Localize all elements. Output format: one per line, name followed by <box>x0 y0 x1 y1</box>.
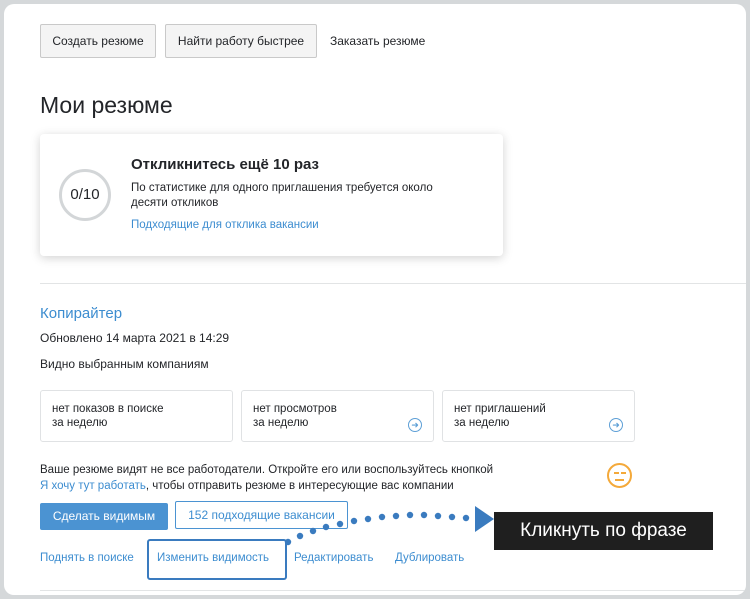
instruction-callout: Кликнуть по фразе <box>494 512 713 550</box>
page-frame: Создать резюме Найти работу быстрее Зака… <box>4 4 746 595</box>
dotted-arrow-icon <box>284 506 494 546</box>
